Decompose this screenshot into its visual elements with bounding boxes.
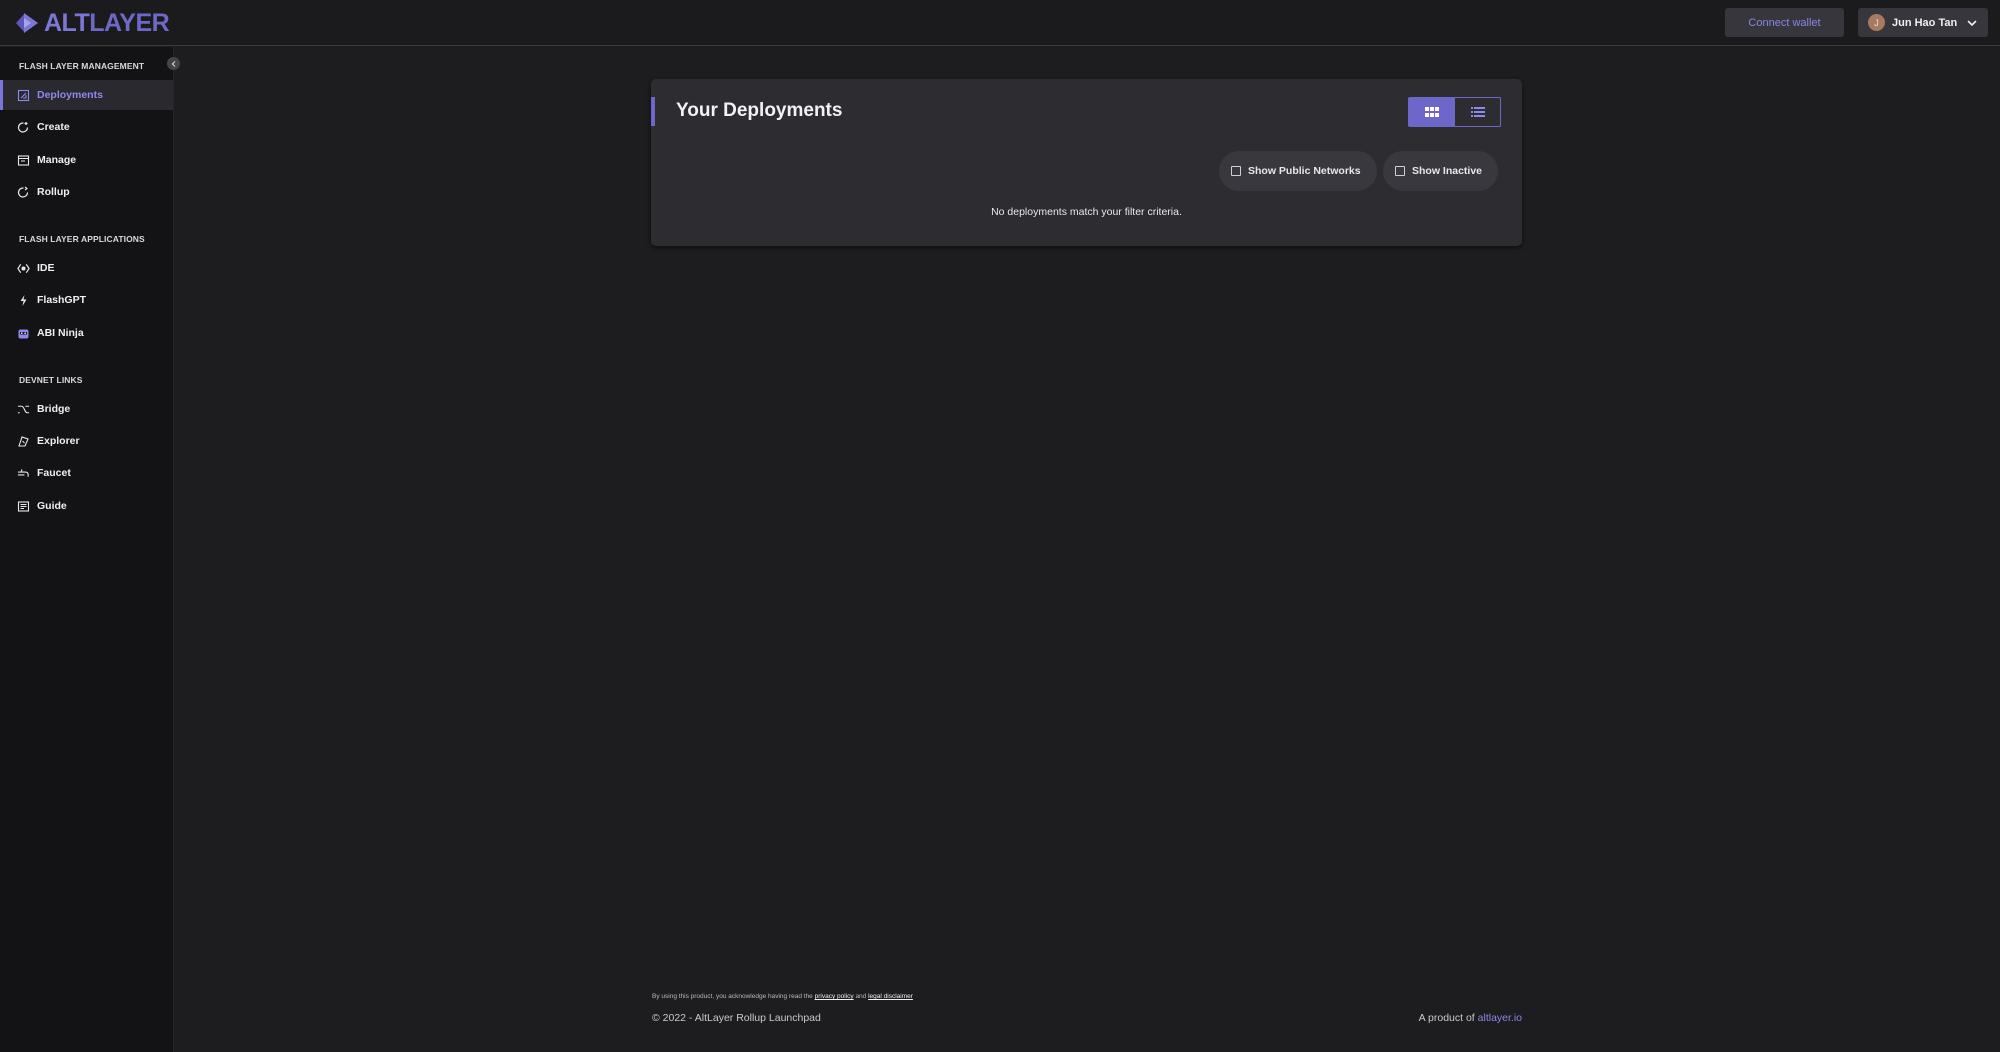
product-of-text: A product of altlayer.io (1418, 1012, 1522, 1024)
section-title-applications: FLASH LAYER APPLICATIONS (19, 234, 145, 244)
sidebar-item-label: Guide (37, 500, 67, 512)
deployments-card: Your Deployments Show Public Networks Sh… (651, 79, 1522, 246)
logo-wordmark: ALTLAYER (44, 8, 170, 37)
sidebar-collapse-button[interactable] (167, 57, 180, 70)
avatar: J (1868, 14, 1885, 31)
create-icon (17, 121, 30, 134)
title-accent-bar (651, 97, 655, 126)
section-title-management: FLASH LAYER MANAGEMENT (19, 61, 145, 71)
user-name: Jun Hao Tan (1892, 16, 1958, 29)
sidebar-item-label: Explorer (37, 435, 80, 447)
guide-icon (17, 500, 30, 513)
chevron-down-icon (1967, 20, 1977, 26)
sidebar-item-deployments[interactable]: Deployments (0, 80, 173, 110)
grid-view-button[interactable] (1408, 97, 1455, 127)
sidebar-item-create[interactable]: Create (0, 112, 173, 142)
altlayer-logo[interactable]: ALTLAYER (14, 8, 170, 37)
show-inactive-label: Show Inactive (1412, 165, 1483, 177)
page-title: Your Deployments (676, 100, 843, 121)
sidebar-item-label: IDE (37, 262, 55, 274)
show-public-networks-label: Show Public Networks (1248, 165, 1361, 177)
deployments-icon (17, 89, 30, 102)
privacy-policy-link[interactable]: privacy policy (815, 993, 854, 1000)
altlayer-logo-icon (16, 13, 38, 33)
sidebar-item-label: FlashGPT (37, 294, 87, 306)
empty-state-message: No deployments match your filter criteri… (991, 206, 1182, 218)
explorer-icon (17, 435, 30, 448)
bolt-icon (17, 294, 30, 307)
grid-icon (1424, 107, 1439, 117)
altlayer-site-link[interactable]: altlayer.io (1478, 1012, 1522, 1024)
view-toggle (1408, 97, 1503, 127)
sidebar-item-manage[interactable]: Manage (0, 145, 173, 175)
sidebar-item-guide[interactable]: Guide (0, 491, 173, 521)
sidebar-item-label: Bridge (37, 403, 71, 415)
sidebar-item-explorer[interactable]: Explorer (0, 426, 173, 456)
sidebar-item-faucet[interactable]: Faucet (0, 458, 173, 488)
connect-wallet-button[interactable]: Connect wallet (1725, 8, 1844, 37)
sidebar-item-label: Faucet (37, 467, 71, 479)
bridge-icon (17, 403, 30, 416)
sidebar-item-label: Manage (37, 154, 77, 166)
list-icon (1470, 107, 1485, 117)
chevron-left-icon (171, 60, 175, 67)
ide-icon (17, 262, 30, 275)
list-view-button[interactable] (1454, 97, 1501, 127)
sidebar-item-label: Rollup (37, 186, 70, 198)
sidebar-item-rollup[interactable]: Rollup (0, 177, 173, 207)
legal-disclaimer-link[interactable]: legal disclaimer (868, 993, 913, 1000)
show-public-networks-toggle[interactable]: Show Public Networks (1219, 151, 1377, 191)
sidebar-item-label: ABI Ninja (37, 327, 84, 339)
top-bar: ALTLAYER Connect wallet J Jun Hao Tan (0, 0, 2000, 46)
sidebar-item-abi-ninja[interactable]: ABI Ninja (0, 318, 173, 348)
show-inactive-checkbox[interactable] (1395, 166, 1405, 176)
sidebar-item-ide[interactable]: IDE (0, 253, 173, 283)
user-menu-button[interactable]: J Jun Hao Tan (1858, 8, 1988, 37)
sidebar-item-label: Create (37, 121, 70, 133)
copyright-text: © 2022 - AltLayer Rollup Launchpad (652, 1012, 821, 1024)
sidebar-item-flashgpt[interactable]: FlashGPT (0, 285, 173, 315)
show-inactive-toggle[interactable]: Show Inactive (1383, 151, 1498, 191)
faucet-icon (17, 467, 30, 480)
show-public-networks-checkbox[interactable] (1231, 166, 1241, 176)
sidebar-item-bridge[interactable]: Bridge (0, 394, 173, 424)
manage-icon (17, 154, 30, 167)
ninja-icon (17, 327, 30, 340)
section-title-devnet-links: DEVNET LINKS (19, 375, 83, 385)
sidebar-item-label: Deployments (37, 89, 103, 101)
rollup-icon (17, 186, 30, 199)
footer-legal-note: By using this product, you acknowledge h… (652, 993, 913, 1000)
